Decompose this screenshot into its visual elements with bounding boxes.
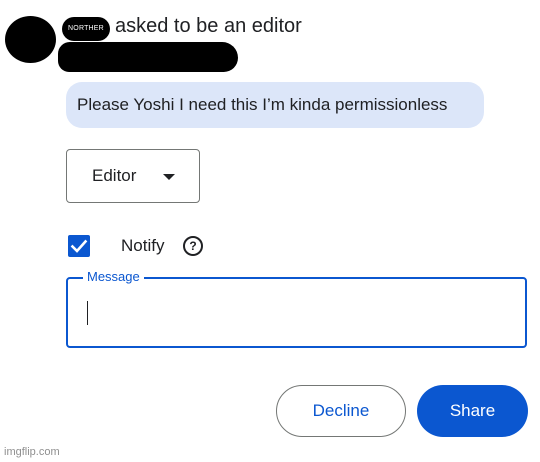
notify-checkbox[interactable] (68, 235, 90, 257)
message-field-label: Message (83, 269, 144, 285)
role-selected-value: Editor (92, 166, 137, 185)
notify-label: Notify (121, 236, 165, 255)
avatar (5, 16, 56, 63)
checkmark-icon (70, 239, 88, 253)
share-button[interactable]: Share (417, 385, 528, 437)
decline-button[interactable]: Decline (276, 385, 406, 437)
message-field[interactable]: Message (66, 269, 527, 348)
request-heading: asked to be an editor (115, 15, 302, 37)
redacted-email (58, 42, 238, 72)
requester-name-tag: NORTHER (62, 17, 110, 41)
watermark: imgflip.com (4, 446, 60, 458)
help-icon[interactable]: ? (183, 236, 203, 256)
text-cursor (87, 301, 88, 325)
request-message-bubble: Please Yoshi I need this I’m kinda permi… (66, 82, 484, 128)
role-dropdown[interactable]: Editor (66, 149, 200, 203)
caret-down-icon (163, 174, 175, 180)
